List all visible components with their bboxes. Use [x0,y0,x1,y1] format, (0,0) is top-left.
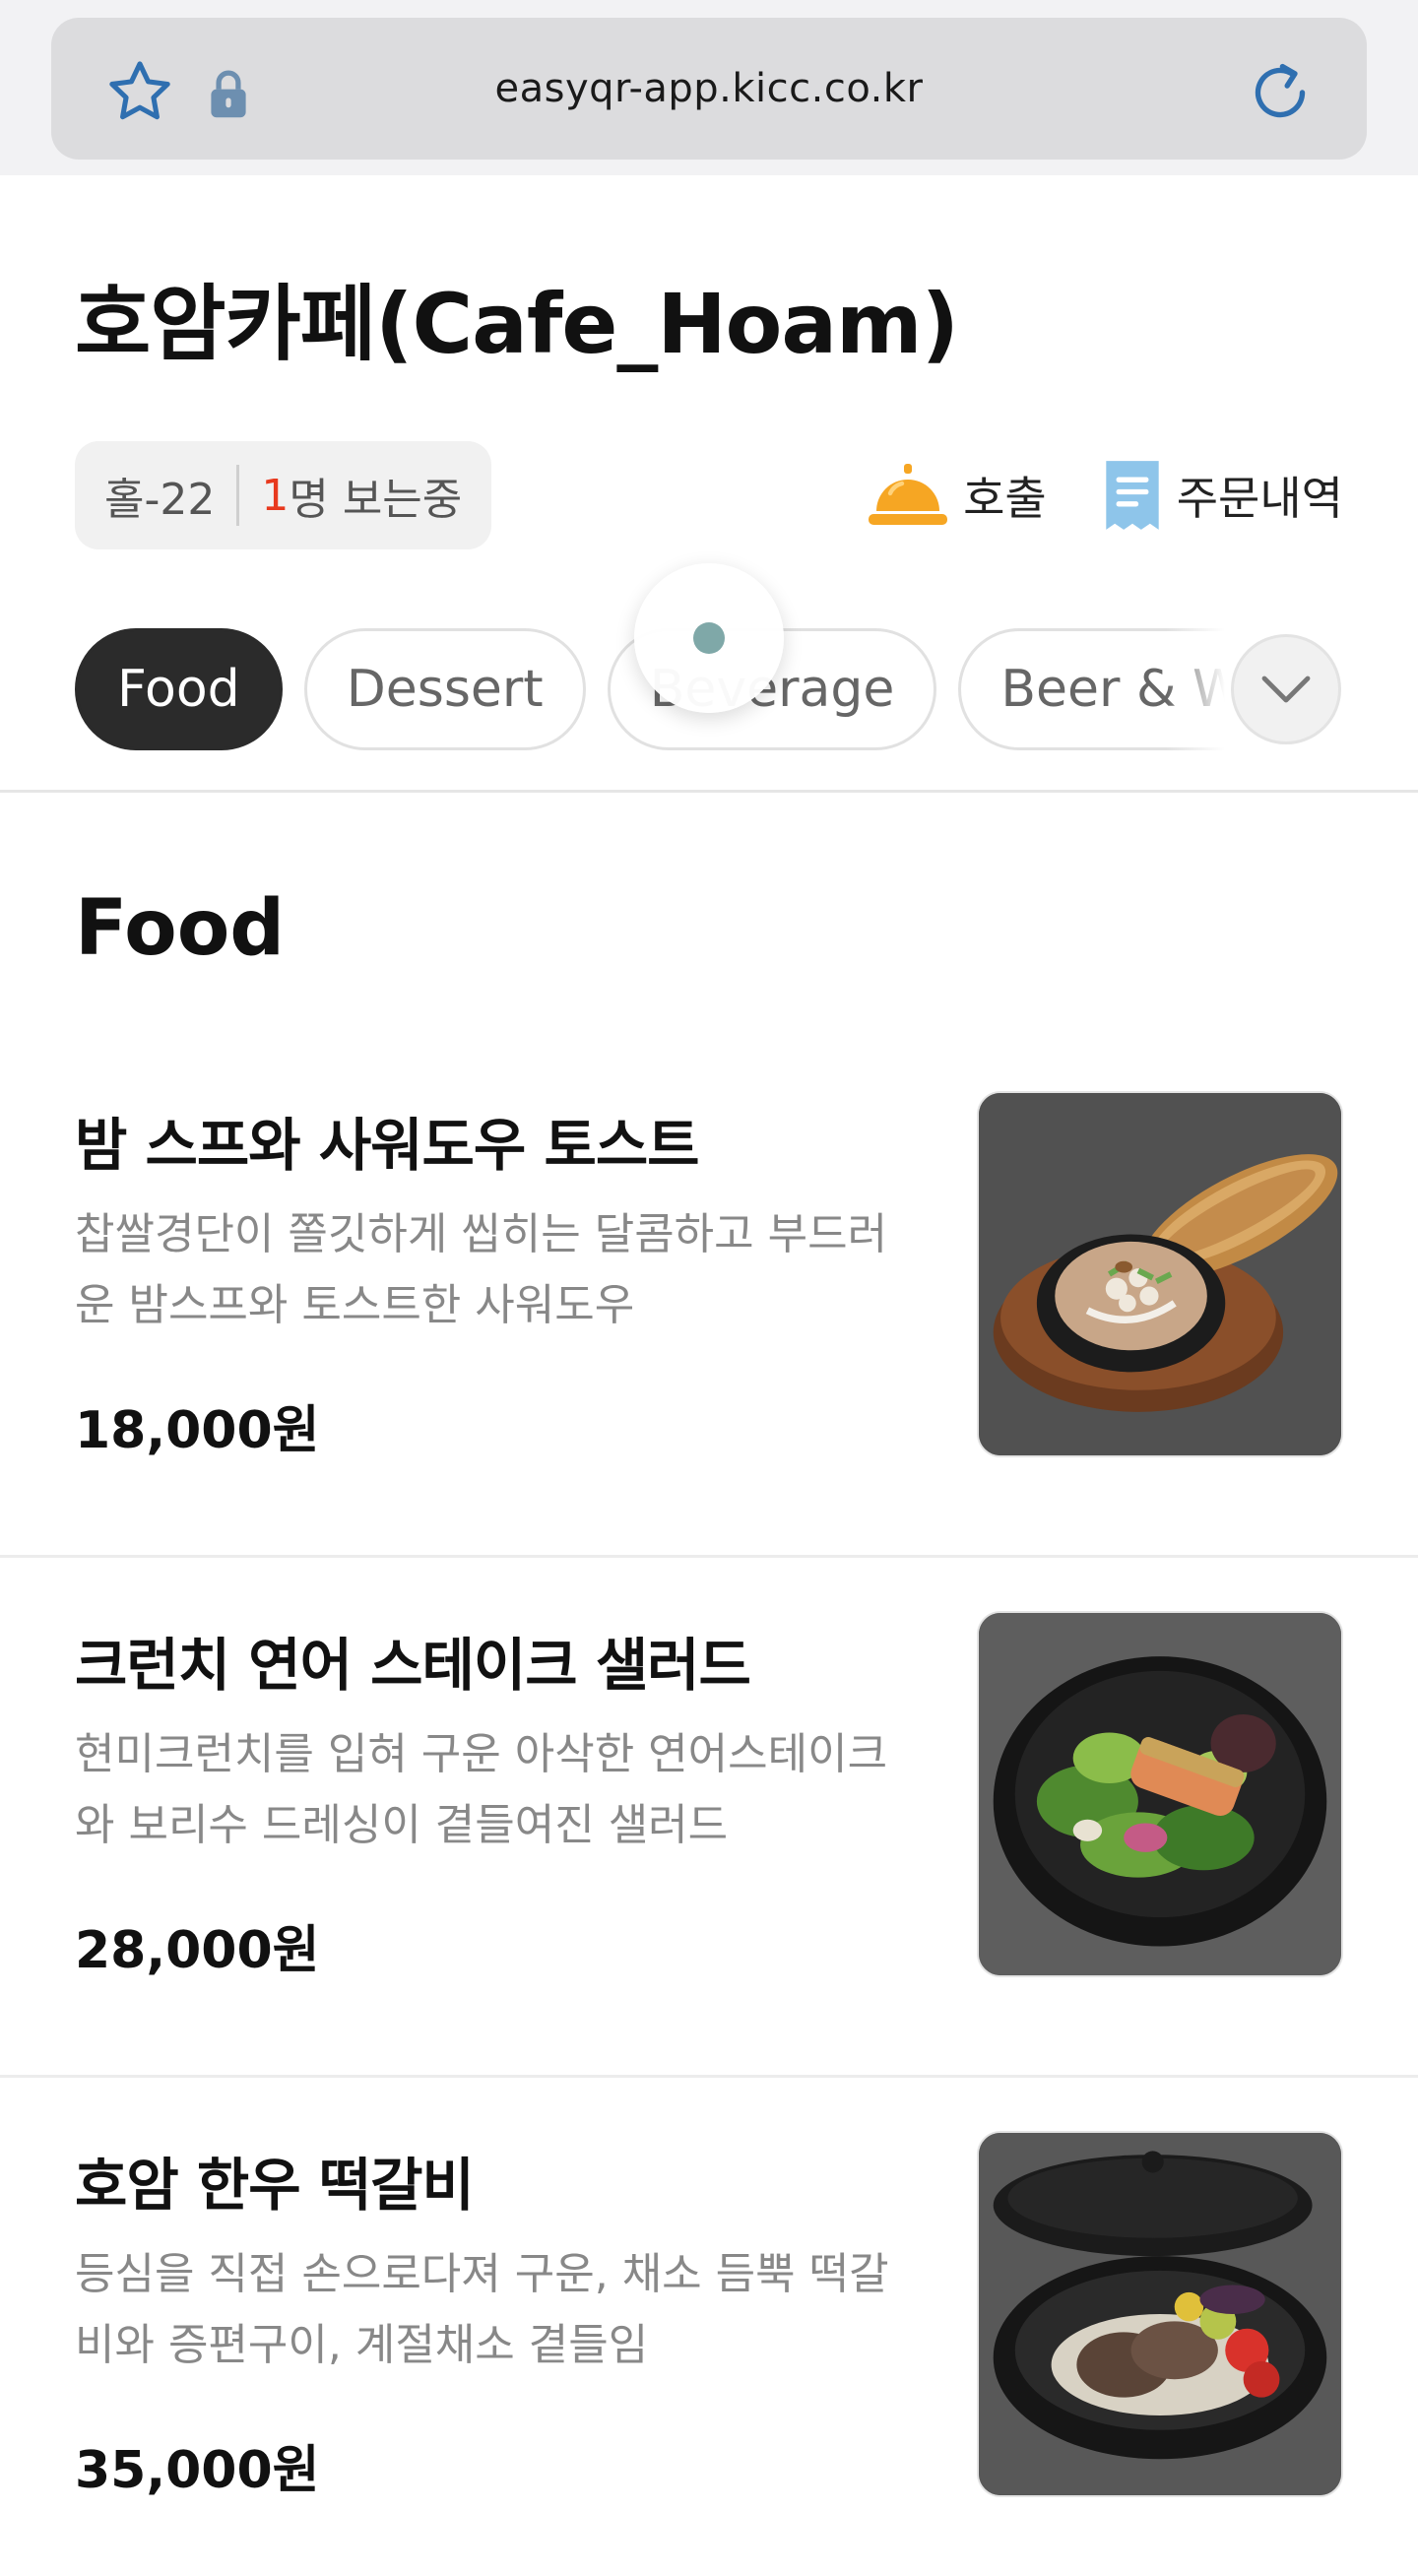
menu-item-description: 찹쌀경단이 쫄깃하게 씹히는 달콤하고 부드러운 밤스프와 토스트한 사워도우 [75,1209,888,1330]
menu-item-description: 현미크런치를 입혀 구운 아삭한 연어스테이크와 보리수 드레싱이 곁들여진 샐… [75,1729,888,1850]
table-info-badge: 홀-22 1 명 보는중 [75,441,492,549]
menu-item-name: 크런치 연어 스테이크 샐러드 [75,1632,751,1699]
chestnut-soup-photo[interactable] [977,1091,1343,1457]
menu-list: 밤 스프와 사워도우 토스트 찹쌀경단이 쫄깃하게 씹히는 달콤하고 부드러운 … [0,1038,1418,2576]
tab-food[interactable]: Food [75,628,283,750]
viewer-label: 명 보는중 [289,475,463,525]
viewer-count: 1 [261,470,290,521]
menu-item[interactable]: 호암 한우 떡갈비 등심을 직접 손으로다져 구운, 채소 듬뿍 떡갈비와 증편… [0,2078,1418,2576]
service-bell-icon [869,464,948,525]
header-actions: 호출 주문내역 [867,451,1343,540]
lock-icon [211,70,246,118]
order-history-label: 주문내역 [1176,472,1343,525]
address-bar[interactable]: easyqr-app.kicc.co.kr [51,18,1367,160]
touch-point [693,622,725,654]
reload-icon[interactable] [1245,57,1316,128]
touch-indicator [634,563,784,713]
expand-categories-button[interactable] [1231,634,1341,744]
browser-toolbar: easyqr-app.kicc.co.kr [0,0,1418,175]
salmon-salad-photo[interactable] [977,1611,1343,1977]
tteokgalbi-photo[interactable] [977,2131,1343,2497]
table-number: 홀-22 [104,475,216,525]
menu-item-price: 35,000원 [75,2441,320,2500]
menu-item-price: 18,000원 [75,1401,320,1460]
menu-item-name: 밤 스프와 사워도우 토스트 [75,1112,700,1179]
receipt-icon [1106,461,1159,530]
badge-divider [236,465,240,526]
salmon-salad-image [979,1613,1341,1975]
bookmark-star-icon[interactable] [102,55,177,130]
chestnut-soup-image [979,1093,1341,1455]
url-text[interactable]: easyqr-app.kicc.co.kr [268,18,1150,160]
call-staff-label: 호출 [963,472,1047,525]
menu-item[interactable]: 밤 스프와 사워도우 토스트 찹쌀경단이 쫄깃하게 씹히는 달콤하고 부드러운 … [0,1038,1418,1558]
call-staff-button[interactable]: 호출 [867,458,1047,533]
order-history-button[interactable]: 주문내역 [1102,457,1343,534]
section-title: Food [75,884,286,973]
tabs-fade-overlay [1166,628,1225,750]
chevron-down-icon [1261,676,1311,703]
store-title: 호암카페(Cafe_Hoam) [75,276,959,372]
menu-item-name: 호암 한우 떡갈비 [75,2152,475,2219]
header-divider [0,790,1418,793]
menu-item-description: 등심을 직접 손으로다져 구운, 채소 듬뿍 떡갈비와 증편구이, 계절채소 곁… [75,2249,889,2370]
menu-item[interactable]: 크런치 연어 스테이크 샐러드 현미크런치를 입혀 구운 아삭한 연어스테이크와… [0,1558,1418,2078]
tteokgalbi-image [979,2133,1341,2495]
tab-dessert[interactable]: Dessert [303,628,586,750]
menu-item-price: 28,000원 [75,1921,320,1980]
